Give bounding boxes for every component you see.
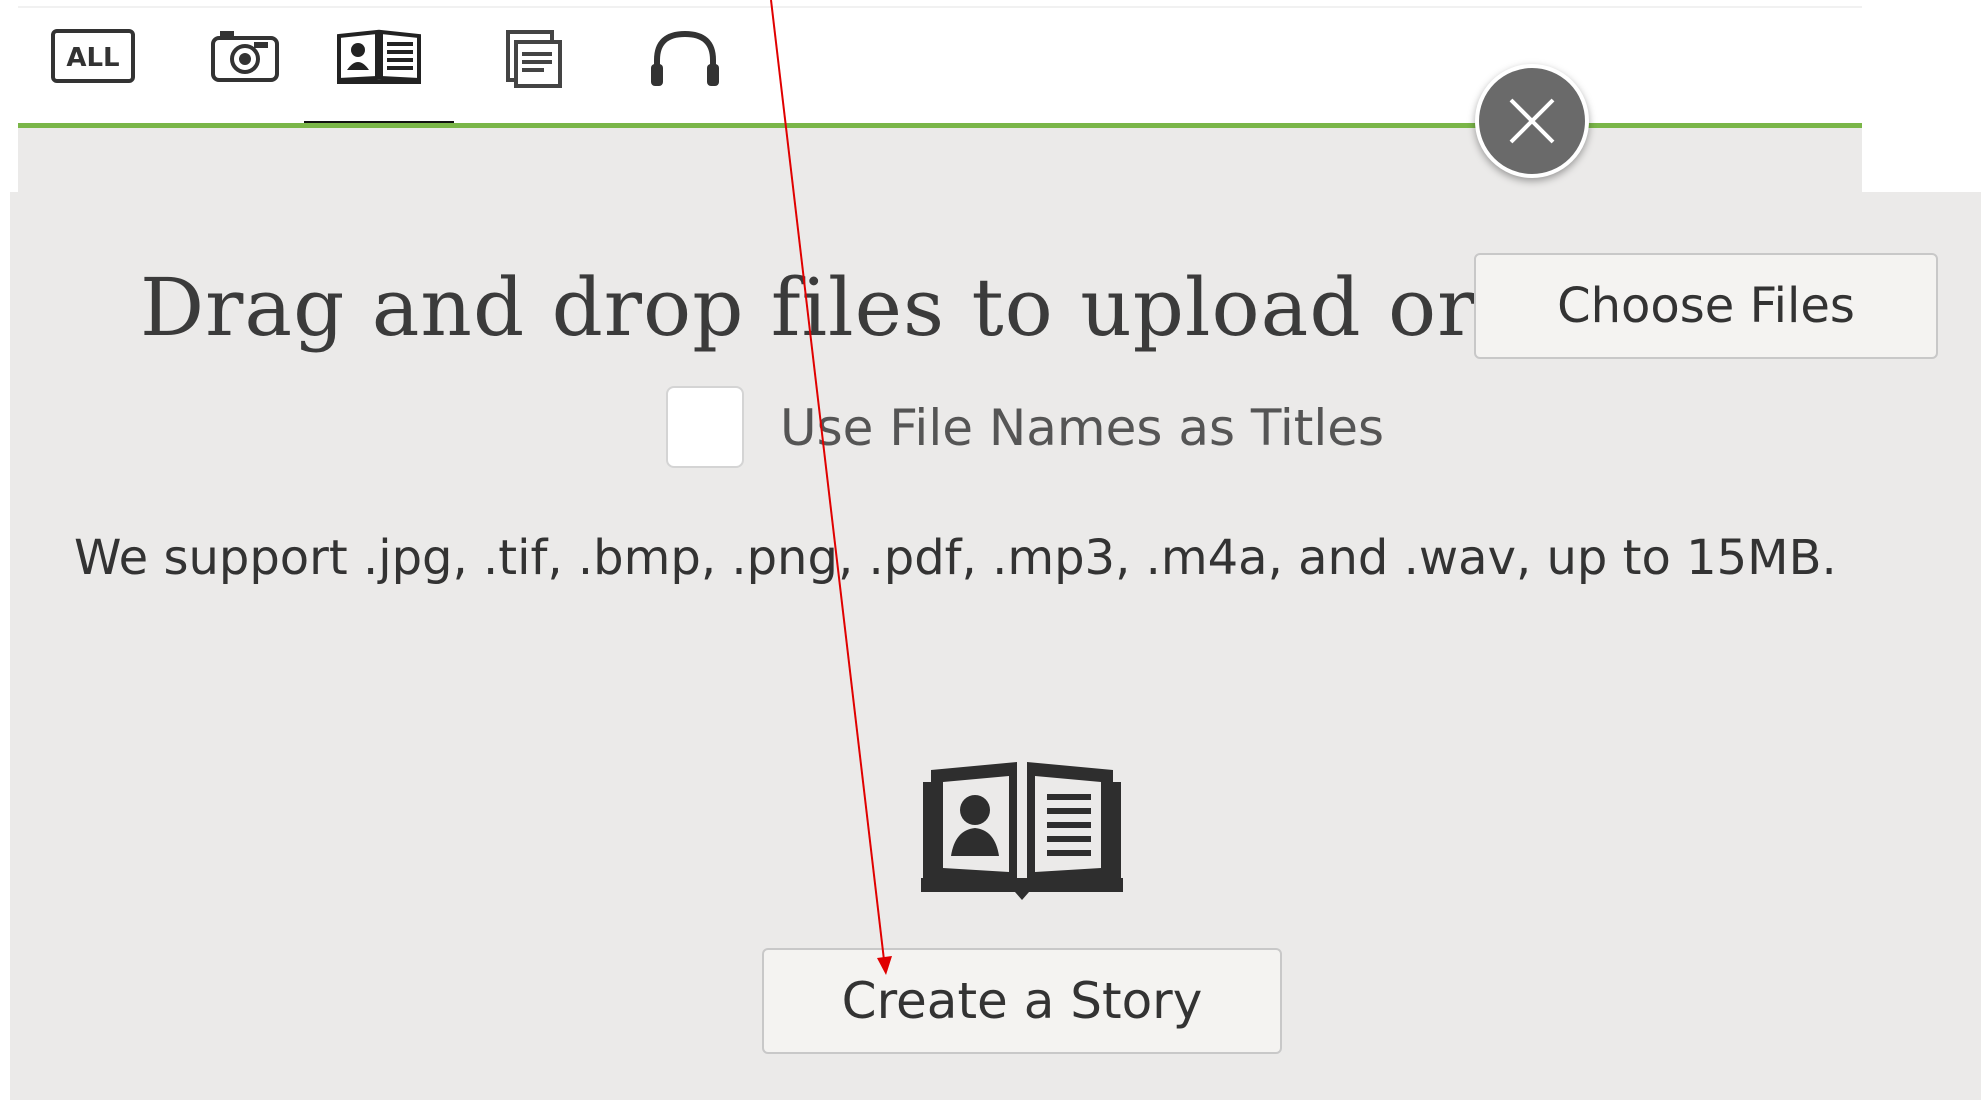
close-icon <box>1509 98 1555 144</box>
supported-formats-text: We support .jpg, .tif, .bmp, .png, .pdf,… <box>74 530 1837 586</box>
tab-photos[interactable] <box>170 28 320 124</box>
all-icon: ALL <box>51 29 135 83</box>
tab-documents[interactable] <box>457 28 607 124</box>
create-story-button[interactable]: Create a Story <box>762 948 1282 1054</box>
top-divider <box>18 6 1862 8</box>
tab-stories[interactable] <box>304 28 454 124</box>
tab-audio[interactable] <box>610 28 760 124</box>
camera-icon <box>211 31 279 82</box>
drag-drop-instruction: Drag and drop files to upload or <box>140 261 1477 354</box>
story-icon-large <box>917 760 1127 904</box>
tab-all[interactable]: ALL <box>18 28 168 124</box>
close-button[interactable] <box>1475 64 1589 178</box>
choose-files-button[interactable]: Choose Files <box>1474 253 1938 359</box>
tab-all-label: ALL <box>66 43 119 73</box>
use-file-names-label[interactable]: Use File Names as Titles <box>780 396 1384 460</box>
story-book-icon <box>921 762 1123 900</box>
use-file-names-checkbox[interactable] <box>666 386 744 468</box>
story-book-icon <box>337 29 421 84</box>
document-icon <box>506 30 562 88</box>
headphones-icon <box>651 30 719 86</box>
